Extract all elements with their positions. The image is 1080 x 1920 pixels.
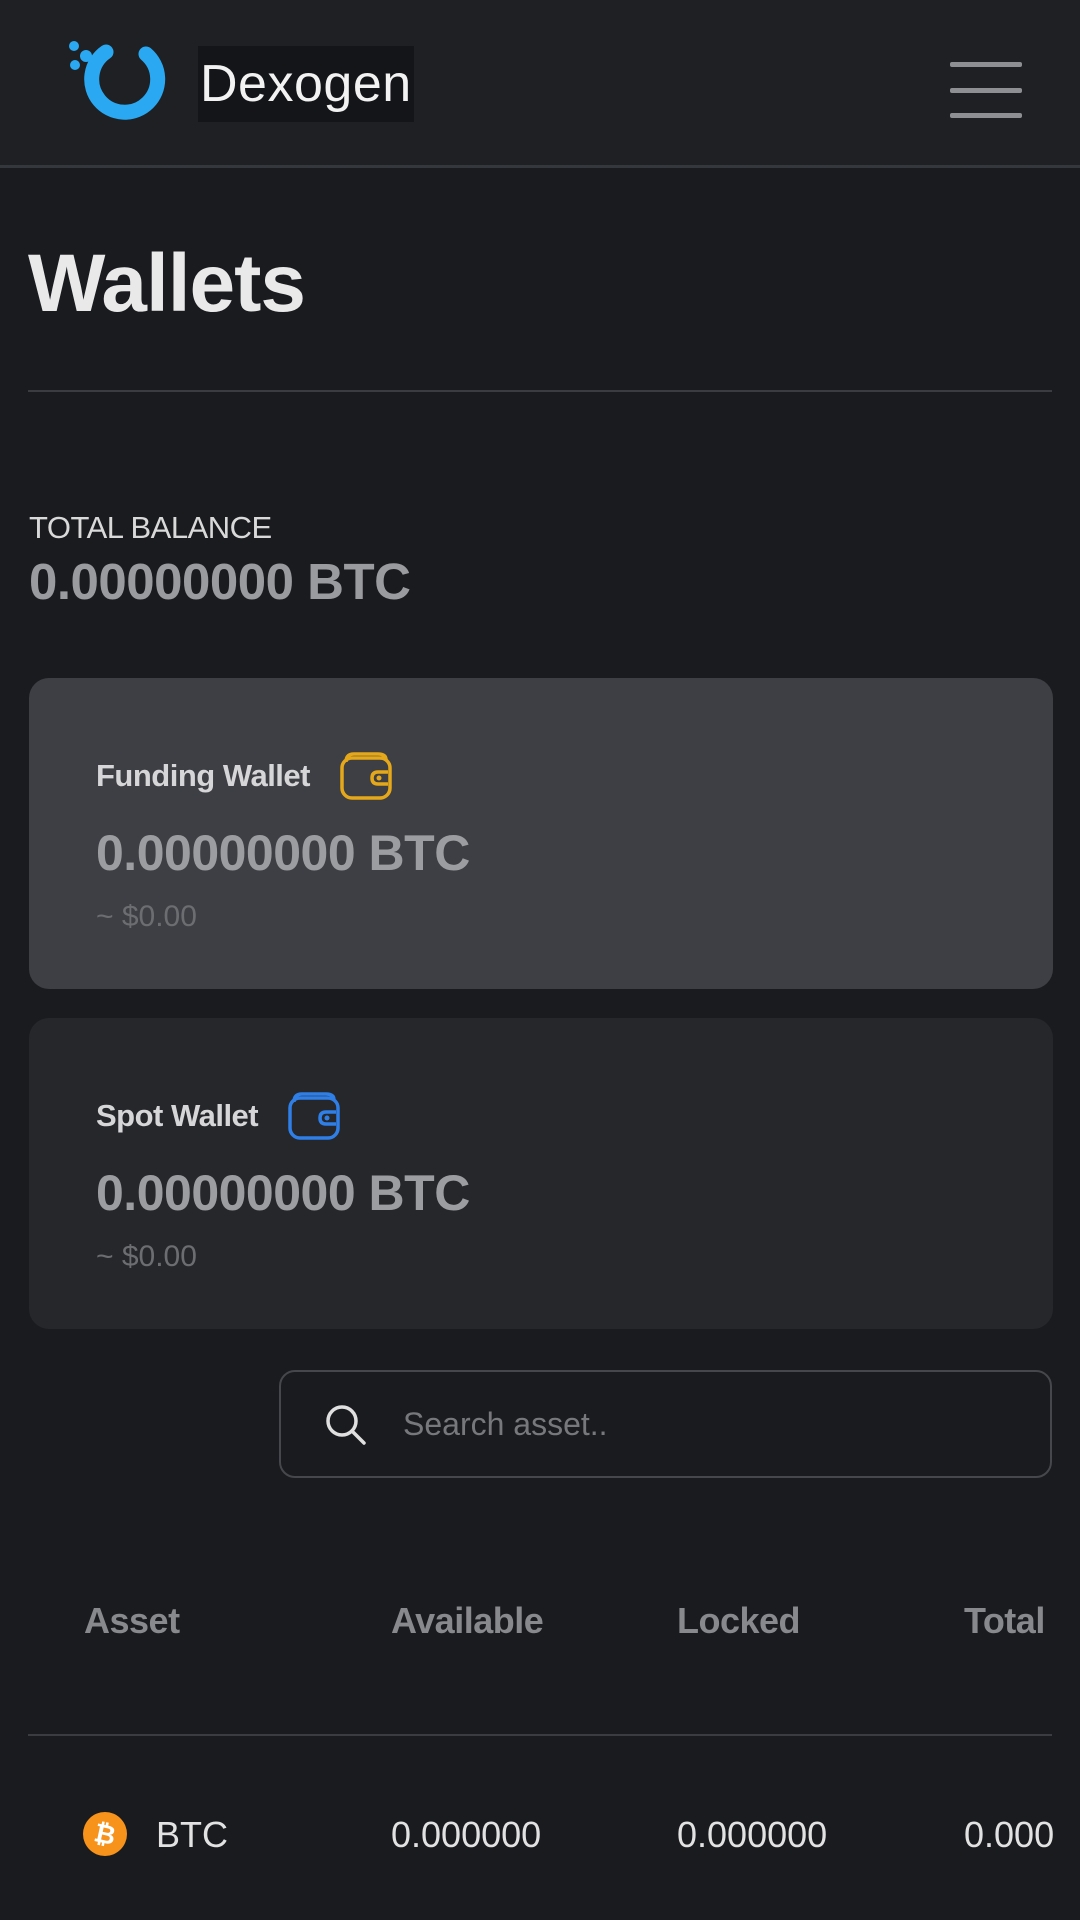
total-balance-value: 0.00000000 BTC [29,553,411,610]
wallet-name-row: Spot Wallet [96,1088,342,1144]
search-icon [326,1405,366,1445]
locked-amount: 0.000000 [677,1814,828,1855]
bitcoin-icon: ₿ [83,1812,127,1856]
wallet-usd-value: ~ $0.00 [96,900,197,933]
hamburger-menu-icon [950,113,1022,118]
search-input[interactable] [401,1372,1021,1476]
column-header-total[interactable]: Total [964,1600,1045,1642]
title-divider [28,390,1052,392]
funding-wallet-card[interactable]: Funding Wallet 0.00000000 BTC ~ $0.00 [29,678,1053,989]
wallet-name: Funding Wallet [96,758,310,793]
total-balance-label: TOTAL BALANCE [29,510,272,545]
menu-button[interactable] [950,62,1026,120]
total-amount: 0.000000 [964,1814,1053,1855]
column-header-available[interactable]: Available [391,1600,544,1642]
wallet-icon [340,752,392,800]
hamburger-menu-icon [950,62,1022,67]
total-amount-wrap: 0.000000 [964,1808,1053,1868]
wallet-name-row: Funding Wallet [96,748,394,804]
available-amount: 0.000000 [391,1814,542,1855]
top-header: Dexogen [0,0,1080,168]
asset-search-box[interactable] [279,1370,1052,1478]
wallet-amount: 0.00000000 BTC [96,1165,470,1221]
column-header-locked[interactable]: Locked [677,1600,801,1642]
column-header-total-wrap: Total [964,1600,1053,1660]
assets-table-header: Asset Available Locked Total [0,1600,1080,1660]
brand-name[interactable]: Dexogen [198,46,414,122]
table-divider [28,1734,1052,1736]
asset-symbol: BTC [156,1814,228,1855]
page-title: Wallets [28,238,306,329]
table-row[interactable]: ₿ BTC 0.000000 0.000000 0.000000 [0,1808,1080,1864]
wallet-amount: 0.00000000 BTC [96,825,470,881]
wallet-icon [288,1092,340,1140]
column-header-asset[interactable]: Asset [84,1600,180,1642]
hamburger-menu-icon [950,88,1022,93]
dexogen-logo-icon[interactable] [66,36,170,132]
spot-wallet-card[interactable]: Spot Wallet 0.00000000 BTC ~ $0.00 [29,1018,1053,1329]
wallet-name: Spot Wallet [96,1098,259,1133]
wallet-usd-value: ~ $0.00 [96,1240,197,1273]
